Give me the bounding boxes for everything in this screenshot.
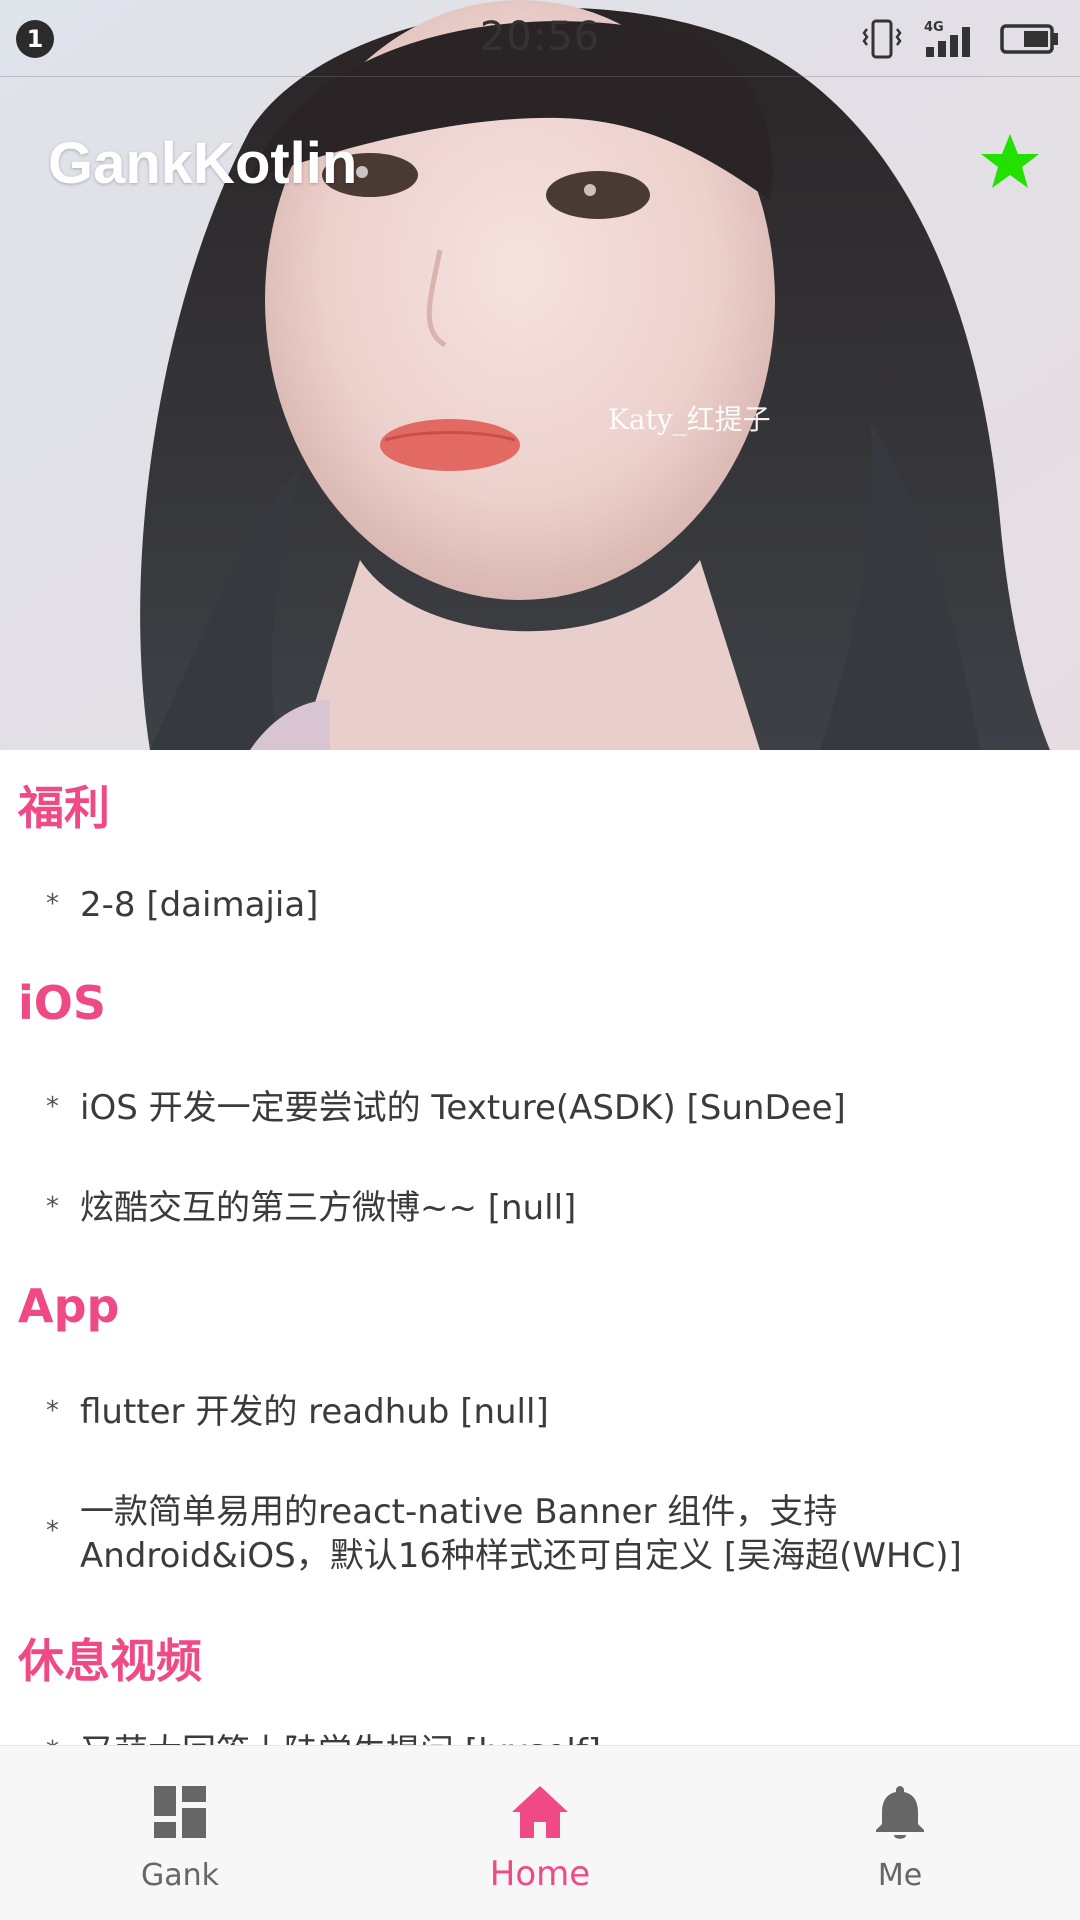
section-title: iOS [18, 976, 107, 1030]
list-item-text: 2-8 [daimajia] [80, 885, 319, 925]
star-icon[interactable] [978, 130, 1042, 194]
signal-4g-icon: 4G [924, 20, 970, 57]
nav-label: Me [877, 1858, 923, 1893]
list-item[interactable]: * 又萌大回答上陆学生提问 [lxxself] [46, 1730, 1046, 1745]
network-type: 4G [924, 20, 944, 35]
list-item-text: 炫酷交互的第三方微博~~ [null] [80, 1188, 577, 1228]
nav-item-home[interactable]: Home [360, 1746, 720, 1920]
bullet: * [46, 889, 59, 919]
list-item[interactable]: * 2-8 [daimajia] [46, 883, 1046, 927]
nav-label: Home [489, 1854, 591, 1894]
section-title: 休息视频 [18, 1634, 202, 1688]
app-screen: 1 20:56 4G GankKotlin Katy_红提子 福利 * 2-8 … [0, 0, 1080, 1920]
home-icon [512, 1786, 568, 1838]
bell-icon [876, 1786, 924, 1839]
bullet: * [46, 1730, 80, 1745]
section-title: 福利 [18, 781, 110, 835]
bullet: * [46, 1092, 59, 1122]
content-list[interactable]: 福利 * 2-8 [daimajia] iOS * iOS 开发一定要尝试的 T… [0, 750, 1080, 1745]
status-icons: 4G [860, 16, 1060, 62]
list-item-text: flutter 开发的 readhub [null] [80, 1392, 549, 1432]
list-item-text: iOS 开发一定要尝试的 Texture(ASDK) [SunDee] [80, 1088, 846, 1128]
nav-item-gank[interactable]: Gank [0, 1746, 360, 1920]
bullet: * [46, 1516, 59, 1546]
app-title: GankKotlin [48, 131, 358, 196]
list-item-text: 又萌大回答上陆学生提问 [lxxself] [80, 1730, 601, 1745]
vibrate-icon [862, 19, 902, 59]
dashboard-icon [154, 1786, 206, 1838]
image-watermark: Katy_红提子 [608, 403, 771, 436]
bottom-navigation: Gank Home Me [0, 1745, 1080, 1920]
list-item[interactable]: * flutter 开发的 readhub [null] [46, 1390, 1046, 1434]
battery-icon [1000, 24, 1058, 54]
nav-item-me[interactable]: Me [720, 1746, 1080, 1920]
section-title: App [18, 1279, 120, 1333]
list-item[interactable]: * 炫酷交互的第三方微博~~ [null] [46, 1186, 1046, 1230]
status-bar: 1 20:56 4G [0, 0, 1080, 77]
list-item-text-line: Android&iOS，默认16种样式还可自定义 [吴海超(WHC)] [80, 1536, 962, 1576]
list-item-text: 一款简单易用的react-native Banner 组件，支持 Android… [80, 1490, 962, 1578]
bullet: * [46, 1396, 59, 1426]
hero-photo [0, 0, 1080, 750]
list-item[interactable]: * 一款简单易用的react-native Banner 组件，支持 Andro… [46, 1490, 1046, 1578]
list-item[interactable]: * iOS 开发一定要尝试的 Texture(ASDK) [SunDee] [46, 1086, 1046, 1130]
list-item-text-line: 一款简单易用的react-native Banner 组件，支持 [80, 1492, 838, 1532]
bullet: * [46, 1192, 59, 1222]
nav-label: Gank [140, 1858, 220, 1893]
hero-image: 1 20:56 4G GankKotlin Katy_红提子 [0, 0, 1080, 750]
